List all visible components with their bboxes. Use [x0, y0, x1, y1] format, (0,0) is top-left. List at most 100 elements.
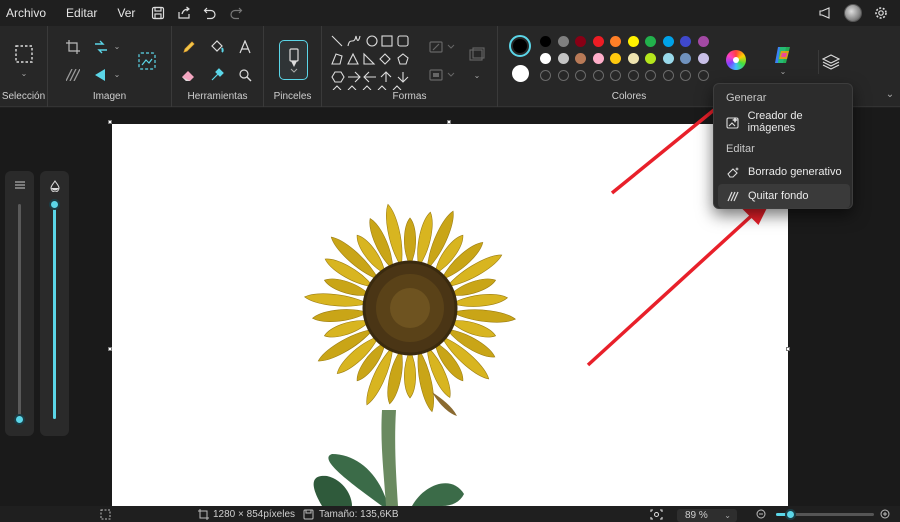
edit-colors-icon[interactable]	[726, 50, 746, 70]
color-swatch[interactable]	[610, 53, 621, 64]
group-label-imagen: Imagen	[92, 91, 127, 102]
color-swatch[interactable]	[610, 36, 621, 47]
color-swatch[interactable]	[575, 53, 586, 64]
status-bar: 1280 × 854píxeles Tamaño: 135,6KB 89 % ⌄	[0, 506, 900, 522]
fill-bucket-icon[interactable]	[208, 38, 226, 56]
group-formas: ⌄ Formas	[322, 26, 498, 107]
shape-outline-icon[interactable]	[428, 38, 458, 56]
redo-icon[interactable]	[223, 0, 249, 26]
ribbon-collapse-chevron-icon[interactable]: ⌄	[884, 88, 896, 100]
menu-section-generar: Generar	[726, 92, 767, 104]
color-picker-icon[interactable]	[208, 66, 226, 84]
custom-color-slot[interactable]	[592, 70, 604, 81]
group-imagen: ⌄ ⌄ Imagen	[48, 26, 172, 107]
layers-icon[interactable]	[818, 50, 842, 74]
rotate-icon[interactable]	[92, 66, 110, 84]
magnifier-icon[interactable]	[236, 66, 254, 84]
menu-ver[interactable]: Ver	[107, 6, 145, 20]
color-swatch[interactable]	[627, 36, 639, 47]
color-swatch[interactable]	[575, 36, 586, 47]
color-swatch[interactable]	[557, 53, 569, 64]
canvas-size-icon	[198, 506, 209, 522]
menu-item-borrado-label: Borrado generativo	[748, 166, 842, 178]
color-swatch[interactable]	[697, 36, 709, 47]
crop-icon[interactable]	[64, 38, 82, 56]
secondary-color-swatch[interactable]	[512, 65, 529, 82]
color-swatch[interactable]	[680, 53, 691, 64]
custom-color-slot[interactable]	[697, 70, 709, 81]
primary-color-swatch[interactable]	[509, 35, 531, 57]
color-swatch[interactable]	[662, 53, 674, 64]
shapes-gallery[interactable]	[330, 34, 422, 91]
menu-item-quitar-label: Quitar fondo	[748, 190, 809, 202]
generative-erase-icon	[726, 166, 740, 179]
paint-window: Archivo Editar Ver ⌄ Selección ⌄ ⌄ Image…	[0, 0, 900, 522]
select-rectangle-icon[interactable]	[12, 42, 36, 66]
shape-layers-icon[interactable]	[466, 44, 488, 66]
color-palette	[540, 36, 740, 88]
save-icon[interactable]	[145, 0, 171, 26]
menu-item-borrado-generativo[interactable]: Borrado generativo	[718, 160, 850, 184]
menu-item-creador-label: Creador de imágenes	[747, 110, 803, 134]
image-layers-icon[interactable]	[136, 50, 158, 72]
chevron-down-icon[interactable]: ⌄	[112, 69, 122, 79]
zoom-slider-thumb[interactable]	[785, 509, 796, 520]
group-label-seleccion: Selección	[1, 91, 46, 102]
menu-item-quitar-fondo[interactable]: Quitar fondo	[718, 184, 850, 208]
select-all-icon[interactable]	[64, 66, 82, 84]
group-seleccion: ⌄ Selección	[0, 26, 48, 107]
color-swatch[interactable]	[697, 53, 709, 64]
copilot-icon[interactable]	[770, 42, 796, 68]
custom-color-slot[interactable]	[680, 70, 691, 81]
shape-fill-icon[interactable]	[428, 66, 458, 84]
color-swatch[interactable]	[645, 36, 656, 47]
custom-color-slot[interactable]	[557, 70, 569, 81]
zoom-slider[interactable]	[776, 509, 874, 520]
color-swatch[interactable]	[592, 53, 604, 64]
chevron-down-icon[interactable]: ⌄	[472, 70, 482, 80]
menu-bar: Archivo Editar Ver	[0, 0, 900, 26]
image-dimensions: 1280 × 854píxeles	[213, 508, 296, 520]
color-swatch[interactable]	[645, 53, 656, 64]
color-swatch[interactable]	[662, 36, 674, 47]
pencil-icon[interactable]	[180, 38, 198, 56]
color-swatch[interactable]	[627, 53, 639, 64]
zoom-out-icon[interactable]	[756, 506, 767, 522]
chevron-down-icon: ⌄	[724, 511, 731, 520]
menu-editar[interactable]: Editar	[56, 6, 107, 20]
menu-item-creador-de-imagenes[interactable]: Creador de imágenes	[718, 110, 850, 134]
file-size: Tamaño: 135,6KB	[319, 508, 399, 520]
share-icon[interactable]	[171, 0, 197, 26]
brush-button[interactable]	[279, 40, 308, 80]
chevron-down-icon[interactable]: ⌄	[18, 68, 30, 78]
group-label-pinceles: Pinceles	[273, 91, 312, 102]
group-label-herramientas: Herramientas	[187, 91, 248, 102]
megaphone-icon[interactable]	[812, 0, 838, 26]
color-swatch[interactable]	[557, 36, 569, 47]
gear-icon[interactable]	[868, 0, 894, 26]
chevron-down-icon[interactable]: ⌄	[112, 41, 122, 51]
custom-color-slot[interactable]	[645, 70, 656, 81]
avatar[interactable]	[844, 4, 862, 22]
fit-to-window-icon[interactable]	[650, 506, 663, 522]
custom-color-slot[interactable]	[540, 70, 551, 81]
menubar-right	[812, 0, 900, 26]
color-swatch[interactable]	[592, 36, 604, 47]
custom-color-slot[interactable]	[610, 70, 621, 81]
image-creator-icon	[726, 116, 740, 129]
zoom-in-icon[interactable]	[880, 506, 891, 522]
custom-color-slot[interactable]	[662, 70, 674, 81]
undo-icon[interactable]	[197, 0, 223, 26]
chevron-down-icon[interactable]: ⌄	[778, 66, 788, 76]
color-swatch[interactable]	[540, 53, 551, 64]
menu-archivo[interactable]: Archivo	[0, 6, 56, 20]
resize-icon[interactable]	[92, 38, 110, 56]
text-icon[interactable]	[236, 38, 254, 56]
color-swatch[interactable]	[540, 36, 551, 47]
custom-color-slot[interactable]	[575, 70, 586, 81]
custom-color-slot[interactable]	[627, 70, 639, 81]
group-herramientas: Herramientas	[172, 26, 264, 107]
color-swatch[interactable]	[680, 36, 691, 47]
zoom-select[interactable]: 89 % ⌄	[677, 509, 737, 522]
eraser-icon[interactable]	[180, 66, 198, 84]
